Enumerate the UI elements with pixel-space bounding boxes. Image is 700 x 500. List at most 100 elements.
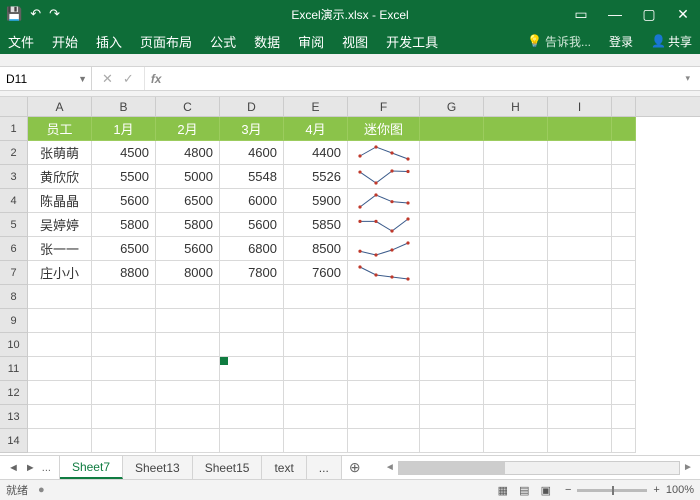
- login-link[interactable]: 登录: [609, 33, 633, 50]
- cell[interactable]: [484, 357, 548, 381]
- cell[interactable]: [548, 333, 612, 357]
- cell[interactable]: 6800: [220, 237, 284, 261]
- sparkline-cell[interactable]: [348, 237, 420, 261]
- cell[interactable]: [28, 309, 92, 333]
- cell[interactable]: [28, 333, 92, 357]
- close-icon[interactable]: ✕: [666, 0, 700, 28]
- cell[interactable]: [612, 165, 636, 189]
- share-button[interactable]: 👤共享: [651, 33, 692, 50]
- cell[interactable]: [548, 261, 612, 285]
- cell[interactable]: [284, 333, 348, 357]
- sheet-next-icon[interactable]: ►: [25, 462, 36, 474]
- cell[interactable]: 2月: [156, 117, 220, 141]
- cell[interactable]: [220, 333, 284, 357]
- cell[interactable]: [484, 213, 548, 237]
- cell[interactable]: 7600: [284, 261, 348, 285]
- cell[interactable]: [612, 285, 636, 309]
- col-header[interactable]: G: [420, 97, 484, 116]
- cell[interactable]: [348, 333, 420, 357]
- tab-insert[interactable]: 插入: [96, 32, 122, 51]
- tab-home[interactable]: 开始: [52, 32, 78, 51]
- cell[interactable]: [548, 237, 612, 261]
- tab-data[interactable]: 数据: [254, 32, 280, 51]
- zoom-in-icon[interactable]: +: [653, 484, 659, 496]
- cell[interactable]: [92, 357, 156, 381]
- col-header[interactable]: C: [156, 97, 220, 116]
- cell[interactable]: 1月: [92, 117, 156, 141]
- cell[interactable]: [92, 429, 156, 453]
- tab-layout[interactable]: 页面布局: [140, 32, 192, 51]
- cell[interactable]: [28, 405, 92, 429]
- cell[interactable]: 4400: [284, 141, 348, 165]
- cell[interactable]: 张一一: [28, 237, 92, 261]
- cell[interactable]: [420, 213, 484, 237]
- cell[interactable]: [484, 381, 548, 405]
- undo-icon[interactable]: ↶: [30, 6, 41, 22]
- expand-formula-icon[interactable]: ▾: [679, 73, 696, 84]
- view-layout-icon[interactable]: ▤: [515, 485, 533, 497]
- cell[interactable]: [484, 333, 548, 357]
- cell[interactable]: 3月: [220, 117, 284, 141]
- chevron-down-icon[interactable]: ▼: [78, 74, 87, 84]
- cell[interactable]: [484, 429, 548, 453]
- row-header[interactable]: 4: [0, 189, 28, 213]
- cell[interactable]: 5600: [220, 213, 284, 237]
- cell[interactable]: [612, 189, 636, 213]
- cell[interactable]: [156, 405, 220, 429]
- formula-bar[interactable]: ▾: [167, 67, 700, 90]
- cell[interactable]: 5850: [284, 213, 348, 237]
- worksheet-grid[interactable]: A B C D E F G H I 1员工1月2月3月4月迷你图2张萌萌4500…: [0, 97, 700, 455]
- cell[interactable]: [420, 117, 484, 141]
- col-header[interactable]: B: [92, 97, 156, 116]
- cell[interactable]: [612, 141, 636, 165]
- cell[interactable]: 4500: [92, 141, 156, 165]
- ribbon-minimize-icon[interactable]: ▭: [564, 0, 598, 28]
- cell[interactable]: [156, 333, 220, 357]
- cell[interactable]: 7800: [220, 261, 284, 285]
- cell[interactable]: [548, 141, 612, 165]
- cell[interactable]: [92, 405, 156, 429]
- cell[interactable]: [612, 357, 636, 381]
- confirm-icon[interactable]: ✓: [123, 71, 134, 87]
- cell[interactable]: [156, 429, 220, 453]
- sheet-tab[interactable]: Sheet7: [60, 456, 123, 479]
- col-header[interactable]: F: [348, 97, 420, 116]
- cell[interactable]: [420, 261, 484, 285]
- cell[interactable]: [220, 381, 284, 405]
- cell[interactable]: [28, 429, 92, 453]
- row-header[interactable]: 7: [0, 261, 28, 285]
- scroll-track[interactable]: [398, 461, 680, 475]
- sparkline-cell[interactable]: [348, 189, 420, 213]
- tab-formula[interactable]: 公式: [210, 32, 236, 51]
- cell[interactable]: [484, 405, 548, 429]
- cell[interactable]: 吴婷婷: [28, 213, 92, 237]
- sparkline-cell[interactable]: [348, 261, 420, 285]
- scroll-thumb[interactable]: [399, 462, 505, 474]
- select-all-corner[interactable]: [0, 97, 28, 116]
- cell[interactable]: 8000: [156, 261, 220, 285]
- cell[interactable]: [420, 333, 484, 357]
- cell[interactable]: [612, 261, 636, 285]
- cell[interactable]: [420, 381, 484, 405]
- cell[interactable]: [484, 189, 548, 213]
- row-header[interactable]: 14: [0, 429, 28, 453]
- cell[interactable]: [220, 405, 284, 429]
- cell[interactable]: 迷你图: [348, 117, 420, 141]
- cell[interactable]: 8500: [284, 237, 348, 261]
- cell[interactable]: 5600: [92, 189, 156, 213]
- cell[interactable]: [156, 309, 220, 333]
- row-header[interactable]: 6: [0, 237, 28, 261]
- cell[interactable]: 5800: [92, 213, 156, 237]
- col-header[interactable]: [612, 97, 636, 116]
- cell[interactable]: 张萌萌: [28, 141, 92, 165]
- row-header[interactable]: 13: [0, 405, 28, 429]
- sparkline-cell[interactable]: [348, 213, 420, 237]
- cell[interactable]: [548, 189, 612, 213]
- cell[interactable]: [612, 309, 636, 333]
- cell[interactable]: [348, 357, 420, 381]
- row-header[interactable]: 3: [0, 165, 28, 189]
- sheet-more-icon[interactable]: ...: [42, 462, 51, 474]
- save-icon[interactable]: 💾: [6, 6, 22, 22]
- cell[interactable]: 员工: [28, 117, 92, 141]
- cell[interactable]: 4月: [284, 117, 348, 141]
